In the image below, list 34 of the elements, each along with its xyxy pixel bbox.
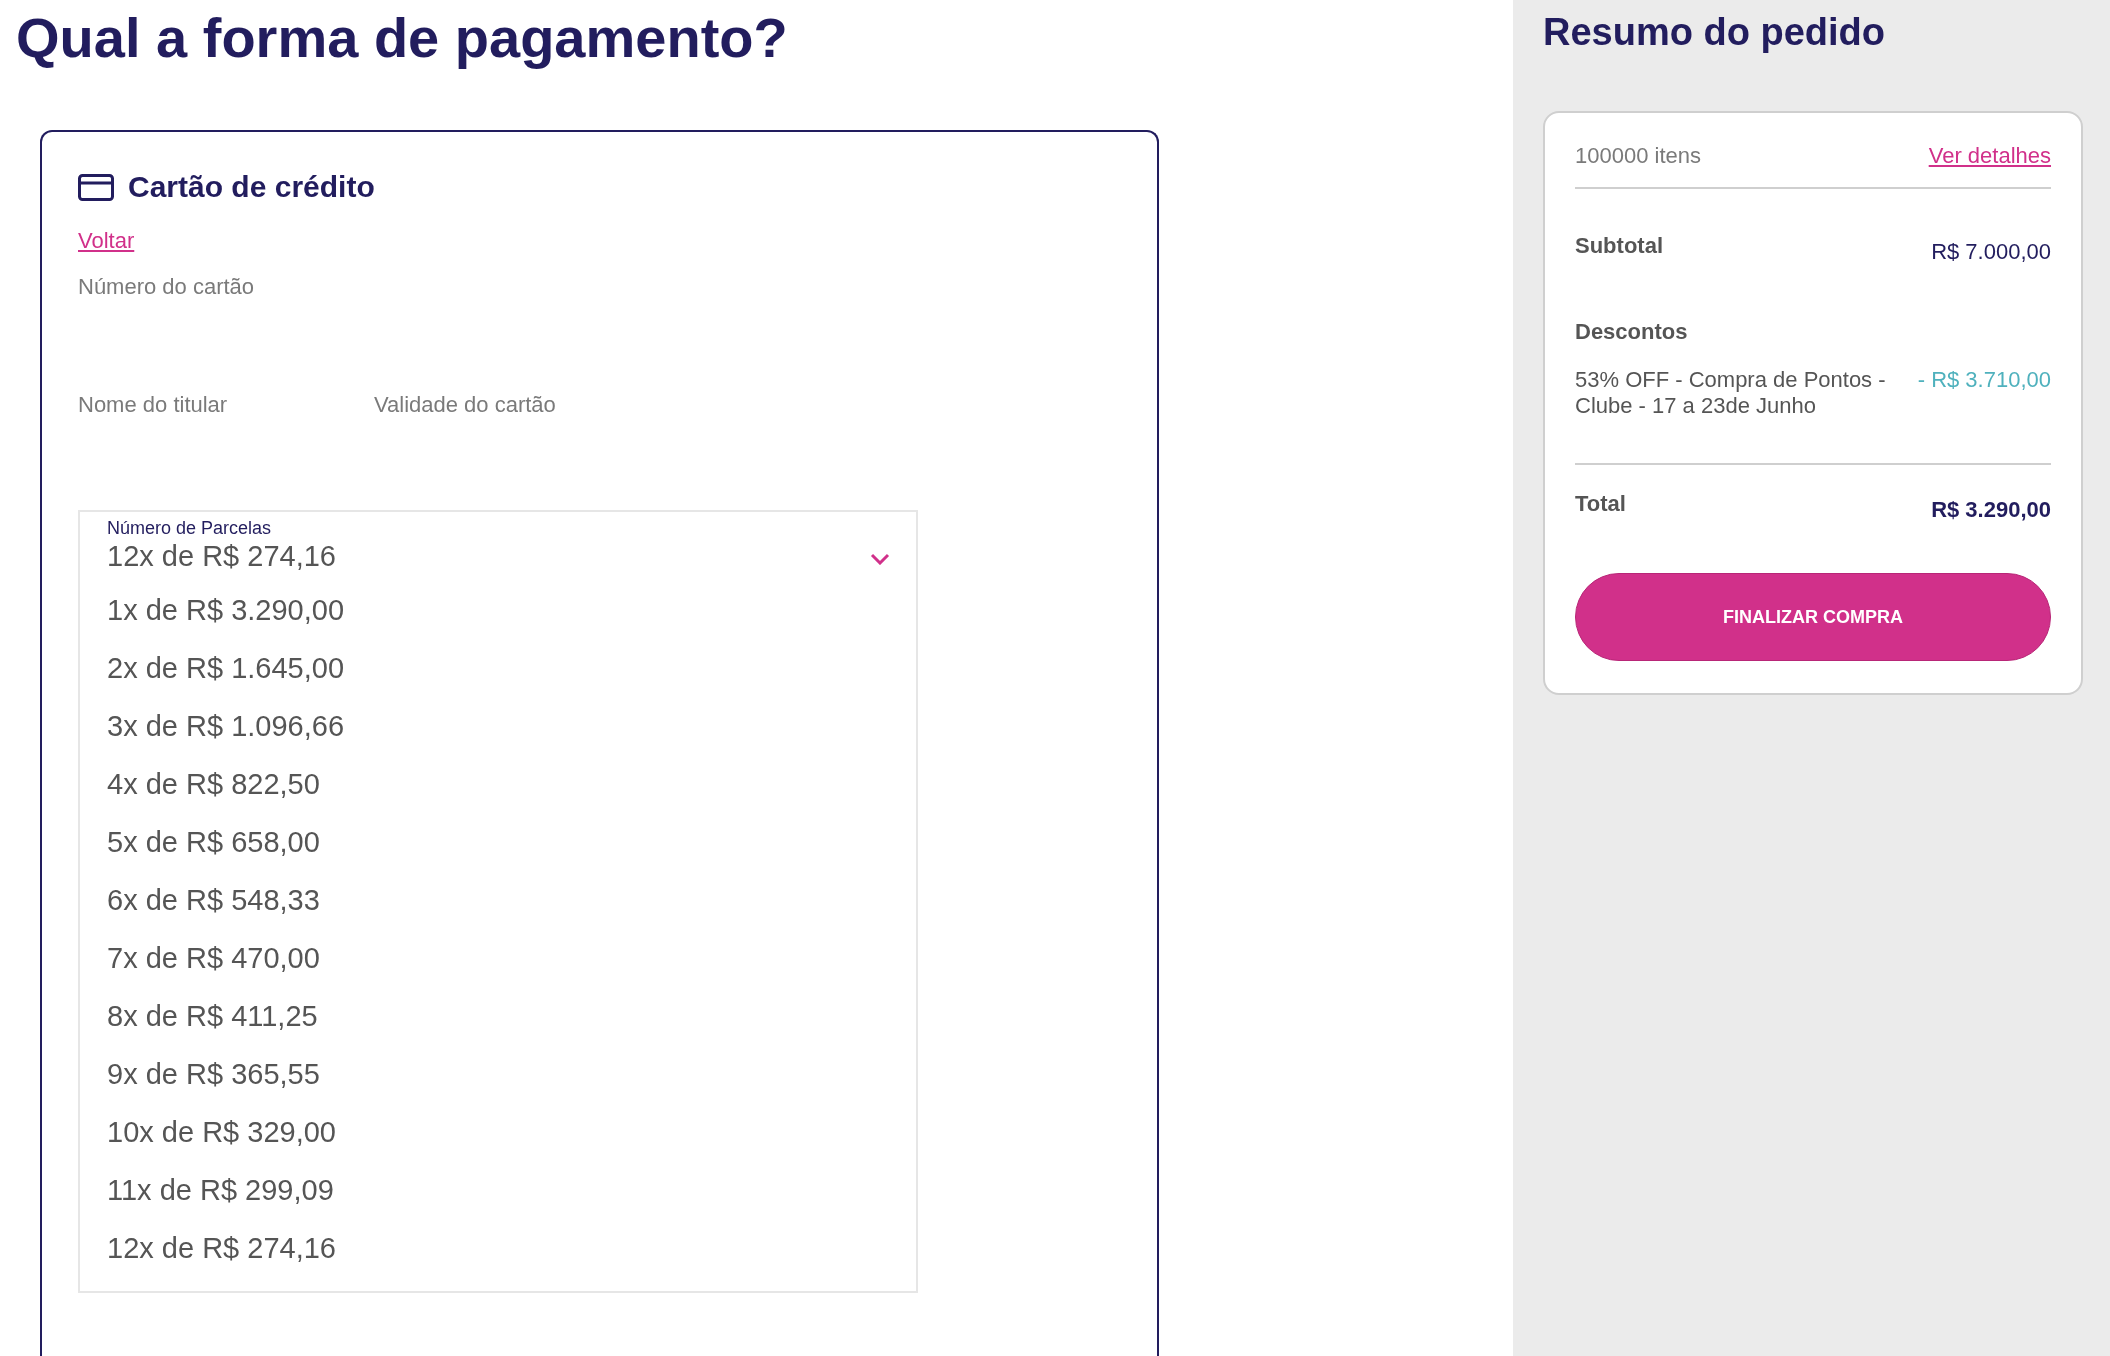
credit-card-icon	[78, 173, 114, 201]
finalize-purchase-button[interactable]: FINALIZAR COMPRA	[1575, 573, 2051, 661]
installment-option[interactable]: 2x de R$ 1.645,00	[80, 639, 916, 697]
installment-option[interactable]: 9x de R$ 365,55	[80, 1045, 916, 1103]
field-label: Número do cartão	[78, 274, 256, 300]
subtotal-label: Subtotal	[1575, 233, 1663, 259]
field-label: Nome do titular	[78, 392, 229, 418]
discount-description: 53% OFF - Compra de Pontos - Clube - 17 a 23de Junho	[1575, 367, 1887, 419]
card-title: Cartão de crédito	[128, 170, 375, 204]
summary-title: Resumo do pedido	[1543, 10, 1886, 55]
installment-option[interactable]: 5x de R$ 658,00	[80, 813, 916, 871]
installment-option[interactable]: 3x de R$ 1.096,66	[80, 697, 916, 755]
installment-option[interactable]: 1x de R$ 3.290,00	[80, 581, 916, 639]
installment-option[interactable]: 11x de R$ 299,09	[80, 1161, 916, 1219]
installment-option[interactable]: 12x de R$ 274,16	[80, 1219, 916, 1277]
back-link[interactable]: Voltar	[78, 228, 135, 254]
items-count: 100000 itens	[1575, 143, 1701, 169]
dropdown-label: Número de Parcelas	[107, 518, 273, 539]
page-title: Qual a forma de pagamento?	[16, 5, 789, 71]
field-label: Validade do cartão	[374, 392, 556, 418]
installment-option[interactable]: 7x de R$ 470,00	[80, 929, 916, 987]
installment-option[interactable]: 4x de R$ 822,50	[80, 755, 916, 813]
chevron-down-icon	[870, 553, 890, 565]
installment-option[interactable]: 10x de R$ 329,00	[80, 1103, 916, 1161]
installment-option[interactable]: 6x de R$ 548,33	[80, 871, 916, 929]
installments-dropdown[interactable]	[78, 510, 918, 1293]
installment-option[interactable]: 8x de R$ 411,25	[80, 987, 916, 1045]
dropdown-value: 12x de R$ 274,16	[107, 539, 336, 573]
discount-value: - R$ 3.710,00	[1917, 367, 2051, 393]
total-value: R$ 3.290,00	[1931, 497, 2051, 523]
subtotal-value: R$ 7.000,00	[1931, 239, 2051, 265]
total-label: Total	[1575, 491, 1626, 517]
discounts-label: Descontos	[1575, 319, 1689, 345]
details-link[interactable]: Ver detalhes	[1928, 143, 2051, 169]
